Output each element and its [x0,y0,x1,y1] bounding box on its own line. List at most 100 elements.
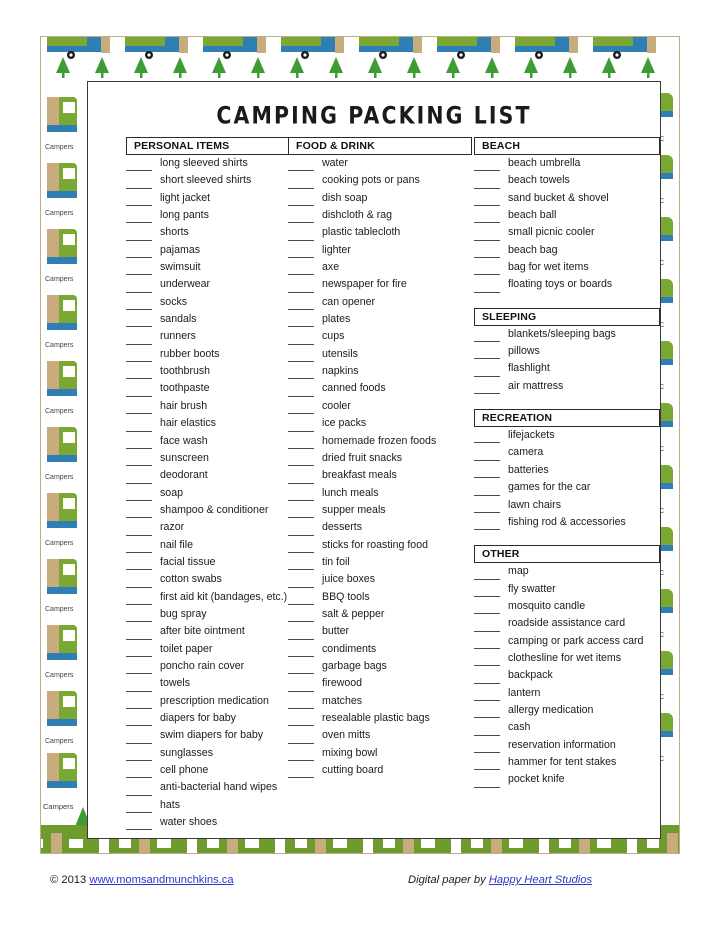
checklist-item[interactable]: water [288,155,474,172]
checklist-item[interactable]: dish soap [288,190,474,207]
write-in-line[interactable] [126,274,152,276]
write-in-line[interactable] [474,595,500,597]
checklist-item[interactable]: hair elastics [126,415,284,432]
write-in-line[interactable] [288,465,314,467]
write-in-line[interactable] [474,187,500,189]
write-in-line[interactable] [126,205,152,207]
write-in-line[interactable] [126,430,152,432]
checklist-item[interactable]: rubber boots [126,346,284,363]
checklist-item[interactable]: clothesline for wet items [474,650,662,667]
checklist-item[interactable]: cooler [288,398,474,415]
write-in-line[interactable] [288,430,314,432]
checklist-item[interactable]: ice packs [288,415,474,432]
checklist-item[interactable]: facial tissue [126,554,284,571]
checklist-item[interactable]: toothbrush [126,363,284,380]
checklist-item[interactable]: light jacket [126,190,284,207]
write-in-line[interactable] [288,777,314,779]
checklist-item[interactable]: air mattress [474,378,662,395]
checklist-item[interactable]: games for the car [474,479,662,496]
checklist-item[interactable]: can opener [288,294,474,311]
checklist-item[interactable]: floating toys or boards [474,276,662,293]
write-in-line[interactable] [474,393,500,395]
checklist-item[interactable]: camera [474,444,662,461]
checklist-item[interactable]: camping or park access card [474,633,662,650]
write-in-line[interactable] [288,673,314,675]
checklist-item[interactable]: mosquito candle [474,598,662,615]
write-in-line[interactable] [126,673,152,675]
write-in-line[interactable] [126,742,152,744]
checklist-item[interactable]: hammer for tent stakes [474,754,662,771]
checklist-item[interactable]: canned foods [288,380,474,397]
write-in-line[interactable] [126,777,152,779]
checklist-item[interactable]: sunglasses [126,745,284,762]
write-in-line[interactable] [288,760,314,762]
write-in-line[interactable] [126,257,152,259]
write-in-line[interactable] [126,187,152,189]
checklist-item[interactable]: lighter [288,242,474,259]
checklist-item[interactable]: axe [288,259,474,276]
checklist-item[interactable]: resealable plastic bags [288,710,474,727]
write-in-line[interactable] [474,494,500,496]
checklist-item[interactable]: plastic tablecloth [288,224,474,241]
write-in-line[interactable] [126,603,152,605]
write-in-line[interactable] [474,477,500,479]
checklist-item[interactable]: supper meals [288,502,474,519]
write-in-line[interactable] [126,517,152,519]
write-in-line[interactable] [288,187,314,189]
write-in-line[interactable] [474,647,500,649]
checklist-item[interactable]: hair brush [126,398,284,415]
footer-credit-link[interactable]: Happy Heart Studios [489,874,592,886]
write-in-line[interactable] [126,569,152,571]
checklist-item[interactable]: dishcloth & rag [288,207,474,224]
checklist-item[interactable]: tin foil [288,554,474,571]
checklist-item[interactable]: oven mitts [288,727,474,744]
checklist-item[interactable]: plates [288,311,474,328]
checklist-item[interactable]: condiments [288,641,474,658]
checklist-item[interactable]: shorts [126,224,284,241]
checklist-item[interactable]: cutting board [288,762,474,779]
write-in-line[interactable] [288,482,314,484]
write-in-line[interactable] [474,751,500,753]
checklist-item[interactable]: lunch meals [288,485,474,502]
checklist-item[interactable]: fishing rod & accessories [474,514,662,531]
checklist-item[interactable]: homemade frozen foods [288,433,474,450]
write-in-line[interactable] [288,447,314,449]
checklist-item[interactable]: roadside assistance card [474,615,662,632]
write-in-line[interactable] [288,170,314,172]
checklist-item[interactable]: socks [126,294,284,311]
write-in-line[interactable] [474,442,500,444]
checklist-item[interactable]: newspaper for fire [288,276,474,293]
checklist-item[interactable]: razor [126,519,284,536]
write-in-line[interactable] [288,517,314,519]
write-in-line[interactable] [474,459,500,461]
write-in-line[interactable] [126,239,152,241]
checklist-item[interactable]: mixing bowl [288,745,474,762]
write-in-line[interactable] [474,358,500,360]
write-in-line[interactable] [474,239,500,241]
write-in-line[interactable] [288,361,314,363]
write-in-line[interactable] [474,578,500,580]
write-in-line[interactable] [474,257,500,259]
checklist-item[interactable]: nail file [126,537,284,554]
write-in-line[interactable] [288,499,314,501]
checklist-item[interactable]: cooking pots or pans [288,172,474,189]
write-in-line[interactable] [288,742,314,744]
checklist-item[interactable]: pocket knife [474,771,662,788]
write-in-line[interactable] [126,812,152,814]
write-in-line[interactable] [126,465,152,467]
checklist-item[interactable]: lifejackets [474,427,662,444]
write-in-line[interactable] [474,769,500,771]
write-in-line[interactable] [126,760,152,762]
checklist-item[interactable]: sunscreen [126,450,284,467]
checklist-item[interactable]: long pants [126,207,284,224]
write-in-line[interactable] [126,586,152,588]
checklist-item[interactable]: breakfast meals [288,467,474,484]
write-in-line[interactable] [126,690,152,692]
write-in-line[interactable] [288,257,314,259]
write-in-line[interactable] [288,725,314,727]
checklist-item[interactable]: allergy medication [474,702,662,719]
checklist-item[interactable]: water shoes [126,814,284,831]
checklist-item[interactable]: toilet paper [126,641,284,658]
checklist-item[interactable]: lantern [474,685,662,702]
checklist-item[interactable]: matches [288,693,474,710]
